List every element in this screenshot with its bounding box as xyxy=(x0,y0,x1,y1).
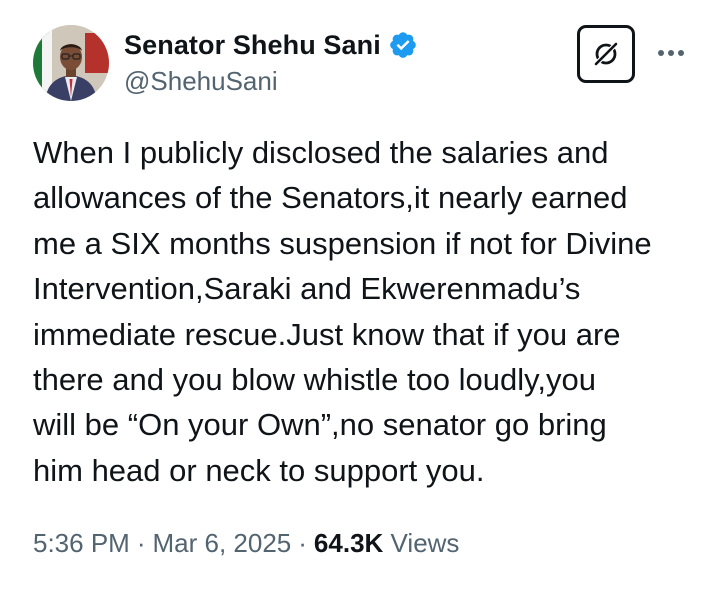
profile-photo-icon xyxy=(33,25,109,101)
grok-button[interactable] xyxy=(577,25,635,83)
tweet-meta: 5:36 PM · Mar 6, 2025 · 64.3K Views xyxy=(33,528,459,559)
display-name[interactable]: Senator Shehu Sani xyxy=(124,30,381,61)
meta-separator: · xyxy=(136,528,146,558)
tweet-card: Senator Shehu Sani @ShehuSani When I pub… xyxy=(0,0,720,589)
verified-badge-icon[interactable] xyxy=(388,30,418,60)
more-options-button[interactable] xyxy=(654,38,688,68)
author-handle[interactable]: @ShehuSani xyxy=(124,66,278,97)
views-label: Views xyxy=(390,528,460,558)
tweet-text: When I publicly disclosed the salaries a… xyxy=(33,135,652,488)
more-dots-icon xyxy=(658,50,684,56)
views-count: 64.3K xyxy=(313,528,384,558)
meta-separator: · xyxy=(298,528,307,558)
avatar[interactable] xyxy=(33,25,109,101)
tweet-time[interactable]: 5:36 PM xyxy=(33,528,130,558)
tweet-date[interactable]: Mar 6, 2025 xyxy=(153,528,292,558)
author-name-row[interactable]: Senator Shehu Sani xyxy=(124,28,418,62)
grok-icon xyxy=(593,41,619,67)
